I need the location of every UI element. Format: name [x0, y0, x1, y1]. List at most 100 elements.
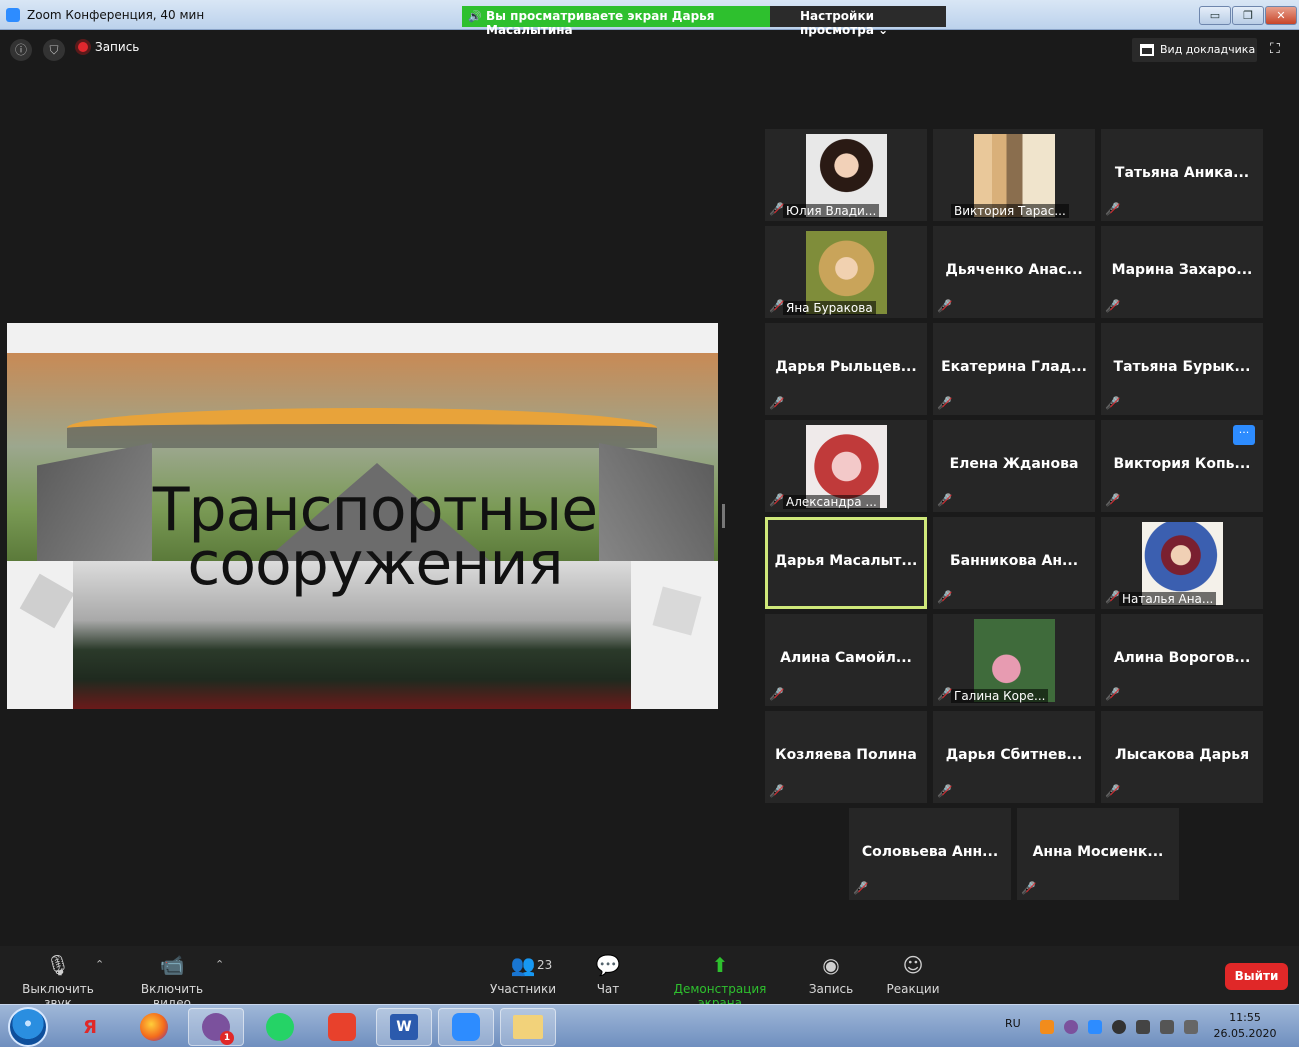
participant-tile[interactable]: Наталья Ана... 🎤̸ — [1101, 517, 1263, 609]
participant-tile[interactable]: Алина Ворогов... 🎤̸ — [1101, 614, 1263, 706]
muted-mic-icon: 🎤̸ — [769, 493, 784, 507]
participant-tile[interactable]: Марина Захаро... 🎤̸ — [1101, 226, 1263, 318]
participant-tile[interactable]: Козляева Полина 🎤̸ — [765, 711, 927, 803]
speaker-view-button[interactable]: Вид докладчика — [1132, 38, 1257, 62]
tray-volume-icon[interactable] — [1136, 1020, 1150, 1034]
video-options-chevron-icon[interactable]: ⌃ — [215, 958, 224, 971]
muted-mic-icon: 🎤̸ — [937, 493, 952, 507]
tray-zoom-icon[interactable] — [1088, 1020, 1102, 1034]
record-button[interactable]: ◉ Запись — [806, 952, 856, 996]
viber-icon[interactable]: 1 — [188, 1008, 244, 1046]
participant-name: Козляева Полина — [775, 747, 917, 763]
clock-date: 26.05.2020 — [1213, 1027, 1277, 1040]
participant-name: Виктория Тарас... — [951, 204, 1069, 218]
participant-tile[interactable]: Екатерина Глад... 🎤̸ — [933, 323, 1095, 415]
audio-options-chevron-icon[interactable]: ⌃ — [95, 958, 104, 971]
participant-name: Соловьева Анн... — [861, 844, 999, 860]
muted-mic-icon: 🎤̸ — [937, 687, 952, 701]
shield-icon[interactable]: ⛉ — [43, 39, 65, 61]
recording-indicator[interactable]: Запись — [78, 40, 139, 54]
splitter-handle[interactable] — [722, 504, 725, 528]
participant-tile[interactable]: Александра ... 🎤̸ — [765, 420, 927, 512]
chat-button[interactable]: 💬 Чат — [588, 952, 628, 996]
participants-label: Участники — [490, 982, 557, 996]
minimize-button[interactable]: ▭ — [1199, 6, 1231, 25]
close-button[interactable]: ✕ — [1265, 6, 1297, 25]
tray-network-icon[interactable] — [1112, 1020, 1126, 1034]
share-screen-button[interactable]: ⬆ Демонстрация экрана — [654, 952, 786, 1010]
participant-tile[interactable]: Соловьева Анн... 🎤̸ — [849, 808, 1011, 900]
window-title: Zoom Конференция, 40 мин — [27, 8, 205, 22]
viewing-screen-banner: 🔊 Вы просматриваете экран Дарья Масалыти… — [462, 6, 770, 37]
firefox-icon[interactable] — [126, 1008, 182, 1046]
word-icon[interactable]: W — [376, 1008, 432, 1046]
participant-name: Дарья Сбитнев... — [945, 747, 1083, 763]
file-explorer-icon[interactable] — [500, 1008, 556, 1046]
muted-mic-icon: 🎤̸ — [1105, 784, 1120, 798]
participant-name: Юлия Влади... — [783, 204, 880, 218]
maximize-button[interactable]: ❐ — [1232, 6, 1264, 25]
participant-name: Лысакова Дарья — [1114, 747, 1250, 763]
zoom-taskbar-icon[interactable] — [438, 1008, 494, 1046]
start-video-button[interactable]: 📹 Включить видео — [124, 952, 220, 1010]
participant-name: Александра ... — [783, 495, 880, 509]
reactions-label: Реакции — [886, 982, 940, 996]
info-icon[interactable]: ⓘ — [10, 39, 32, 61]
participant-name: Алина Ворогов... — [1113, 650, 1251, 666]
participant-tile[interactable]: Галина Коре... 🎤̸ — [933, 614, 1095, 706]
participant-tile[interactable]: Лысакова Дарья 🎤̸ — [1101, 711, 1263, 803]
participant-tile[interactable]: Дарья Масалыт... — [765, 517, 927, 609]
tray-viber-icon[interactable] — [1064, 1020, 1078, 1034]
tray-display-icon[interactable] — [1160, 1020, 1174, 1034]
share-screen-icon: ⬆ — [711, 953, 729, 977]
participant-tile[interactable]: Дарья Рыльцев... 🎤̸ — [765, 323, 927, 415]
muted-mic-icon: 🎤̸ — [769, 299, 784, 313]
yandex-browser-icon[interactable]: Я — [62, 1008, 118, 1046]
meeting-topbar: ⓘ ⛉ Запись Вид докладчика ⛶ — [0, 30, 1299, 70]
language-indicator[interactable]: RU — [1005, 1017, 1021, 1030]
participant-tile[interactable]: Виктория Тарас... — [933, 129, 1095, 221]
record-dot-icon — [78, 42, 88, 52]
muted-mic-icon: 🎤̸ — [1105, 687, 1120, 701]
participant-name: Елена Жданова — [949, 456, 1079, 472]
muted-mic-icon: 🎤̸ — [853, 881, 868, 895]
participant-tile[interactable]: Виктория Копь... 🎤̸ ··· — [1101, 420, 1263, 512]
more-options-icon[interactable]: ··· — [1233, 425, 1255, 445]
leave-button[interactable]: Выйти — [1225, 963, 1288, 990]
participant-tile[interactable]: Юлия Влади... 🎤̸ — [765, 129, 927, 221]
microphone-icon: 🎙 — [45, 953, 71, 977]
participant-tile[interactable]: Яна Буракова 🎤̸ — [765, 226, 927, 318]
mute-button[interactable]: 🎙 Выключить звук — [10, 952, 106, 1010]
participant-name: Марина Захаро... — [1111, 262, 1253, 278]
muted-mic-icon: 🎤̸ — [769, 396, 784, 410]
fullscreen-icon[interactable]: ⛶ — [1270, 41, 1286, 57]
tray-app-icon[interactable] — [1040, 1020, 1054, 1034]
participant-tile[interactable]: Елена Жданова 🎤̸ — [933, 420, 1095, 512]
slide-decor-right — [652, 586, 702, 636]
participant-tile[interactable]: Татьяна Бурык... 🎤̸ — [1101, 323, 1263, 415]
participant-tile[interactable]: Анна Мосиенк... 🎤̸ — [1017, 808, 1179, 900]
participant-tile[interactable]: Татьяна Аника... 🎤̸ — [1101, 129, 1263, 221]
participant-name: Дарья Масалыт... — [774, 553, 918, 569]
participant-tile[interactable]: Дьяченко Анас... 🎤̸ — [933, 226, 1095, 318]
tray-flag-icon[interactable] — [1184, 1020, 1198, 1034]
participant-name: Дарья Рыльцев... — [775, 359, 917, 375]
zoom-app-icon — [6, 8, 20, 22]
participant-name: Анна Мосиенк... — [1032, 844, 1164, 860]
muted-mic-icon: 🎤̸ — [1021, 881, 1036, 895]
participant-tile[interactable]: Банникова Ан... 🎤̸ — [933, 517, 1095, 609]
viber-badge: 1 — [220, 1031, 234, 1045]
record-label: Запись — [808, 982, 854, 996]
speaker-view-label: Вид докладчика — [1160, 43, 1256, 56]
participant-name: Наталья Ана... — [1119, 592, 1217, 606]
view-settings-button[interactable]: Настройки просмотра ⌄ — [770, 6, 946, 37]
reactions-button[interactable]: ☺ Реакции — [886, 952, 940, 996]
slide-title: Транспортные сооружения — [7, 480, 718, 594]
start-button-icon[interactable] — [8, 1007, 48, 1047]
participant-tile[interactable]: Алина Самойл... 🎤̸ — [765, 614, 927, 706]
taskbar-clock[interactable]: 11:55 26.05.2020 — [1210, 1010, 1280, 1042]
whatsapp-icon[interactable] — [252, 1008, 308, 1046]
clock-time: 11:55 — [1229, 1011, 1261, 1024]
camera-app-icon[interactable] — [314, 1008, 370, 1046]
participant-tile[interactable]: Дарья Сбитнев... 🎤̸ — [933, 711, 1095, 803]
